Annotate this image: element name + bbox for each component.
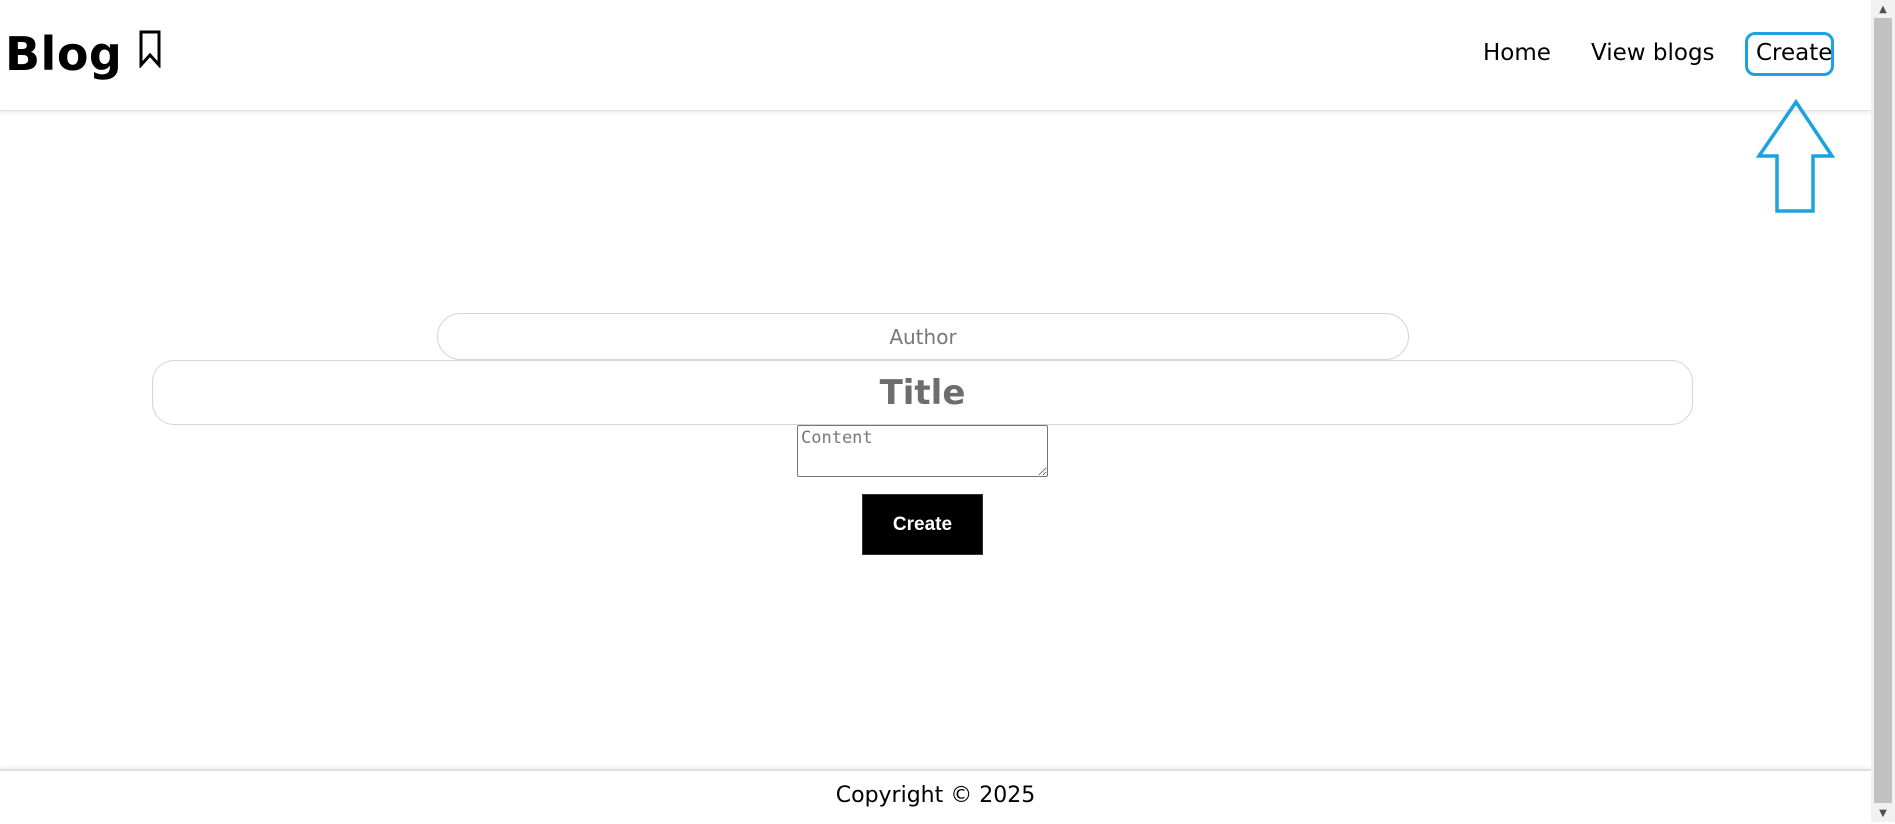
title-input[interactable] [152,360,1693,425]
create-blog-form: Create [0,0,1871,822]
page: Blog Home View blogs Create Create Copyr… [0,0,1871,824]
create-submit-button[interactable]: Create [862,494,983,555]
scroll-up-arrow-icon[interactable]: ▲ [1871,0,1895,18]
copyright-text: Copyright © 2025 [835,783,1036,808]
scrollbar-thumb[interactable] [1874,18,1892,803]
content-textarea[interactable] [797,425,1048,477]
author-input[interactable] [437,313,1409,360]
vertical-scrollbar[interactable]: ▲ ▼ [1871,0,1895,822]
site-footer: Copyright © 2025 [0,769,1871,824]
scroll-down-arrow-icon[interactable]: ▼ [1871,804,1895,822]
